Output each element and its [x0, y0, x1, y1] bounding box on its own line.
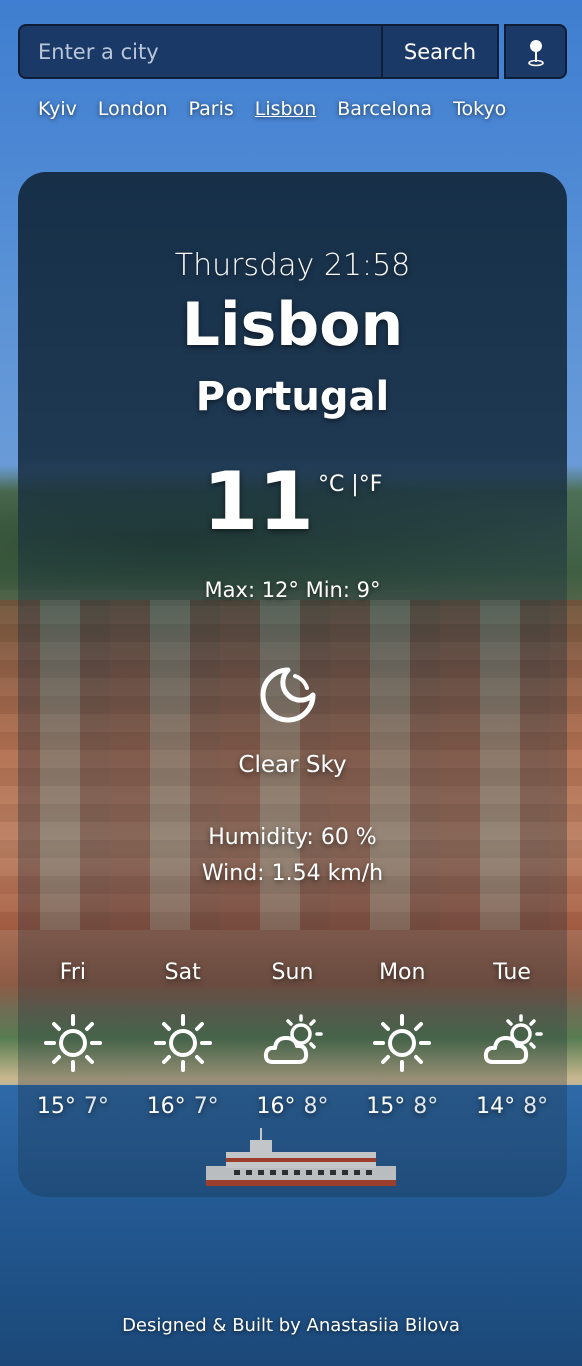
forecast-day: Mon 15° 8°	[352, 960, 452, 1119]
temperature-units: °C |°F	[318, 472, 382, 542]
humidity: Humidity: 60 %	[208, 825, 377, 850]
sun-cloud-icon	[483, 1014, 543, 1064]
forecast-day: Sat 16° 7°	[133, 960, 233, 1119]
forecast-min: 8°	[523, 1094, 549, 1119]
forecast-min: 8°	[413, 1094, 439, 1119]
forecast-max: 14°	[476, 1094, 516, 1119]
forecast-max: 16°	[146, 1094, 186, 1119]
fahrenheit-link[interactable]: °F	[359, 472, 383, 497]
city-link-paris[interactable]: Paris	[189, 98, 234, 120]
weather-description: Clear Sky	[238, 752, 347, 778]
forecast-day-name: Sat	[164, 960, 201, 985]
forecast-day: Fri 15° 7°	[23, 960, 123, 1119]
forecast-max: 15°	[366, 1094, 406, 1119]
search-bar: Search	[18, 24, 567, 79]
wind-speed: Wind: 1.54 km/h	[201, 861, 384, 886]
quick-city-links: Kyiv London Paris Lisbon Barcelona Tokyo	[38, 98, 506, 120]
city-search-input[interactable]	[18, 24, 381, 79]
clear-sky-night-icon	[260, 667, 316, 723]
forecast-day-name: Fri	[59, 960, 86, 985]
forecast-min: 8°	[303, 1094, 329, 1119]
city-link-kyiv[interactable]: Kyiv	[38, 98, 77, 120]
city-link-barcelona[interactable]: Barcelona	[337, 98, 432, 120]
forecast-max: 15°	[36, 1094, 76, 1119]
celsius-link[interactable]: °C	[318, 472, 344, 497]
current-temperature: 11 °C |°F	[18, 462, 567, 542]
sun-cloud-icon	[264, 1014, 324, 1064]
forecast-day: Sun 16° 8°	[242, 960, 342, 1119]
city-name: Lisbon	[181, 290, 404, 360]
sun-icon	[373, 1014, 432, 1072]
search-button[interactable]: Search	[381, 24, 499, 79]
forecast-max: 16°	[256, 1094, 296, 1119]
forecast-day: Tue 14° 8°	[462, 960, 562, 1119]
sun-icon	[153, 1014, 212, 1072]
forecast-min: 7°	[83, 1094, 109, 1119]
footer-credit: Designed & Built by Anastasiia Bilova	[122, 1315, 460, 1336]
city-link-lisbon[interactable]: Lisbon	[255, 98, 317, 120]
sun-icon	[43, 1014, 102, 1072]
forecast-min: 7°	[193, 1094, 219, 1119]
country-name: Portugal	[195, 374, 390, 420]
forecast-row: Fri 15° 7° Sat 16° 7° Sun 16° 8° Mon 15°…	[18, 960, 567, 1119]
current-location-button[interactable]	[504, 24, 567, 79]
city-link-tokyo[interactable]: Tokyo	[453, 98, 506, 120]
location-pin-icon	[527, 39, 544, 66]
forecast-day-name: Sun	[271, 960, 314, 985]
city-link-london[interactable]: London	[98, 98, 168, 120]
unit-separator: |	[344, 472, 359, 497]
temperature-value: 11	[202, 455, 314, 548]
forecast-day-name: Tue	[493, 960, 531, 985]
max-min-temperature: Max: 12° Min: 9°	[204, 578, 381, 602]
current-datetime: Thursday 21:58	[174, 248, 411, 283]
forecast-day-name: Mon	[379, 960, 426, 985]
